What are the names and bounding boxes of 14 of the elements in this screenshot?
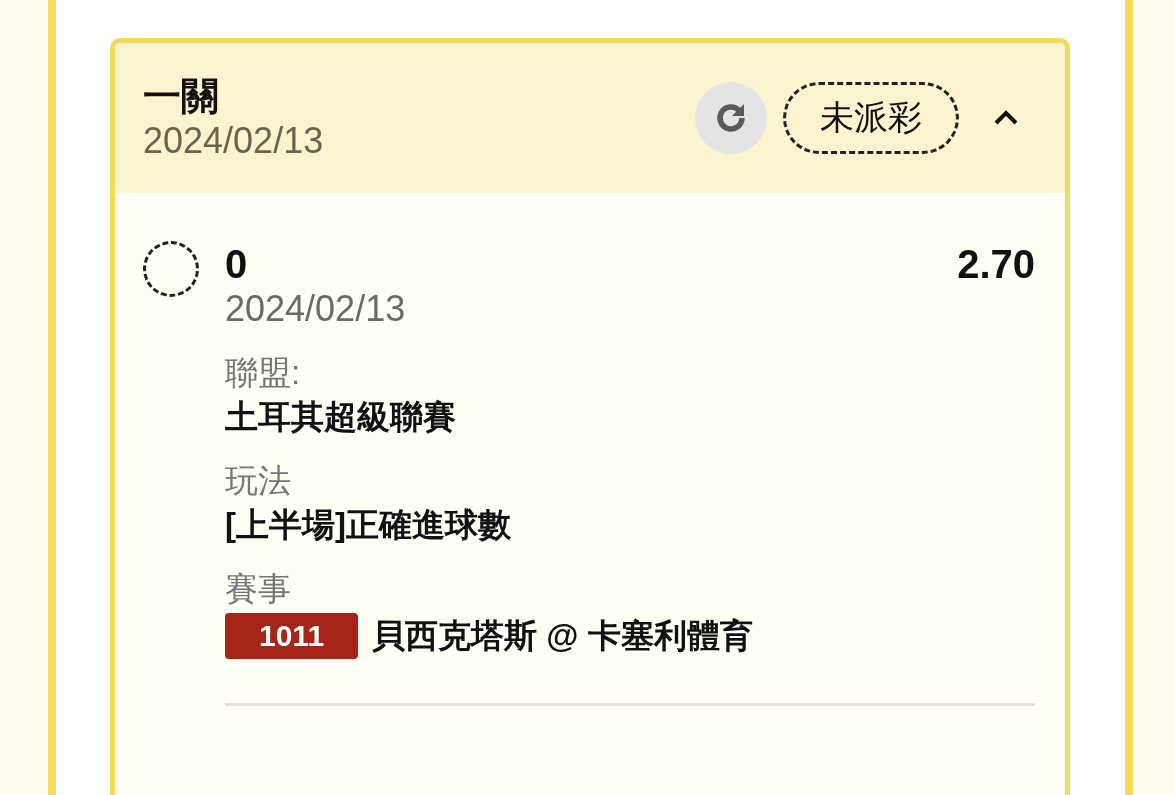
leg-date: 2024/02/13 [225,287,407,331]
bet-title: 一關 [143,74,220,119]
field-value: 土耳其超級聯賽 [225,397,457,437]
odds-value: 2.70 [957,241,1035,287]
status-badge: 未派彩 [783,82,959,154]
field-label: 玩法 [225,461,292,501]
match-number-badge: 1011 [225,613,359,659]
field-value: [上半場]正確進球數 [225,505,512,545]
field-label: 賽事 [225,569,292,609]
match-teams: 貝西克塔斯 @ 卡塞利體育 [372,616,753,656]
bet-date: 2024/02/13 [143,119,325,163]
selection-radio[interactable] [143,241,199,297]
field-label: 聯盟: [225,353,302,393]
selection-value: 0 [225,241,248,287]
